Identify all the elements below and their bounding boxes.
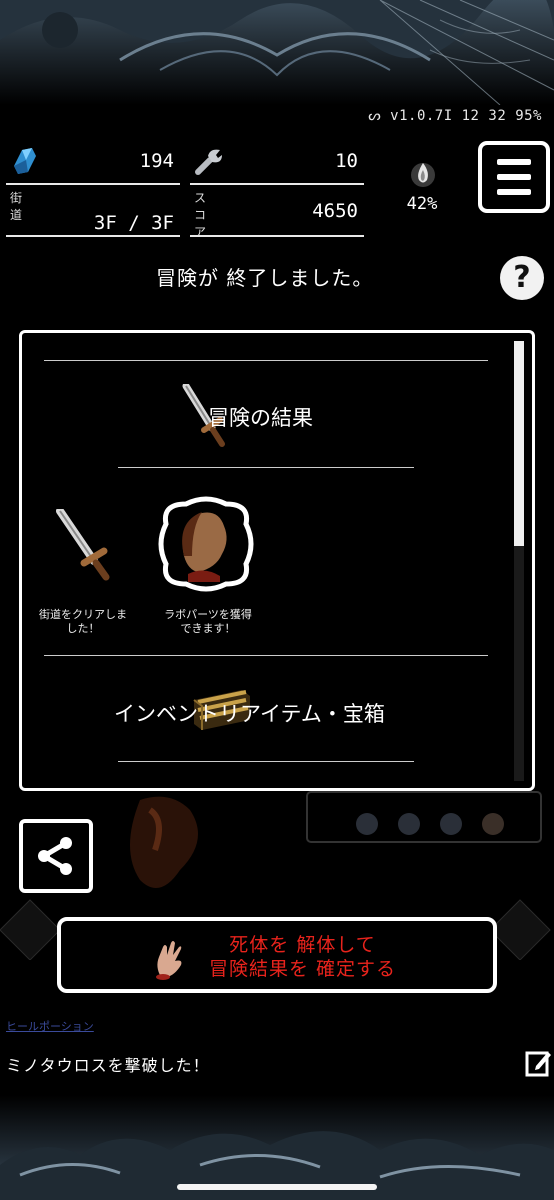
section-divider xyxy=(118,467,414,468)
parts-divider xyxy=(190,183,364,185)
status-line: ᔕ v1.0.7I 12 32 95% xyxy=(368,108,542,124)
fuel-value: 42% xyxy=(406,194,438,214)
menu-bar-middle xyxy=(497,174,531,180)
crystal-divider xyxy=(6,183,180,185)
result-panel[interactable]: 冒険の結果 街道をクリアしま した！ ラボパーツを獲得 できます！ インベントリ… xyxy=(19,330,535,791)
score-divider xyxy=(190,235,364,237)
edit-icon[interactable] xyxy=(524,1046,552,1078)
dismantle-confirm-line-2: 冒険結果を 確定する xyxy=(209,958,397,980)
reward-caption-line-2: した！ xyxy=(66,622,100,635)
score-value: 4650 xyxy=(312,200,358,222)
score-label: スコア xyxy=(194,191,207,239)
parts-count: 10 xyxy=(335,150,358,172)
reward-caption-line-2: できます！ xyxy=(180,622,236,635)
wrench-icon xyxy=(195,149,222,175)
menu-bar-top xyxy=(497,159,531,165)
section-divider xyxy=(44,655,488,656)
share-icon xyxy=(38,837,72,875)
sword-icon xyxy=(56,509,110,581)
heal-potion-link[interactable]: ヒールポーション xyxy=(6,1018,94,1034)
section-divider xyxy=(44,360,488,361)
home-indicator[interactable] xyxy=(177,1184,377,1190)
severed-hand-icon xyxy=(156,941,182,980)
floor-divider xyxy=(6,235,180,237)
section-divider xyxy=(118,761,414,762)
reward-caption-line-1: ラボパーツを獲得 xyxy=(164,608,252,621)
time-a-text: 12 xyxy=(461,108,480,124)
portrait-icon xyxy=(158,496,254,592)
inventory-section-title: インベントリアイテム・宝箱 xyxy=(114,702,385,726)
share-button[interactable] xyxy=(19,819,93,893)
road-label: 街道 xyxy=(10,191,23,222)
adventure-ended-headline: 冒険が 終了しました。 xyxy=(156,266,374,290)
reward-caption: ラボパーツを獲得 できます！ xyxy=(148,608,268,636)
result-section-title: 冒険の結果 xyxy=(208,406,313,430)
floor-value: 3F / 3F xyxy=(93,212,174,234)
flame-icon xyxy=(411,163,435,187)
dismantle-confirm-line-1: 死体を 解体して xyxy=(229,934,376,956)
battery-text: 95% xyxy=(515,108,542,124)
version-text: v1.0.7I xyxy=(390,108,453,124)
help-button[interactable]: ? xyxy=(500,256,544,300)
battle-log-message: ミノタウロスを撃破した！ xyxy=(6,1056,210,1075)
background-item-slots xyxy=(306,791,542,843)
dismantle-confirm-button[interactable]: 死体を 解体して 冒険結果を 確定する xyxy=(57,917,497,993)
crystal-count: 194 xyxy=(139,150,174,172)
crystal-icon xyxy=(14,148,36,174)
dismantle-confirm-label[interactable]: 死体を 解体して 冒険結果を 確定する xyxy=(209,933,396,981)
menu-bar-bottom xyxy=(497,189,531,195)
reward-caption-line-1: 街道をクリアしま xyxy=(39,608,127,621)
reward-caption: 街道をクリアしま した！ xyxy=(28,608,138,636)
scrollbar-thumb[interactable] xyxy=(514,341,524,546)
time-b-text: 32 xyxy=(488,108,507,124)
link-icon: ᔕ xyxy=(368,108,382,124)
top-decorative-art xyxy=(0,0,554,105)
menu-button[interactable] xyxy=(478,141,550,213)
